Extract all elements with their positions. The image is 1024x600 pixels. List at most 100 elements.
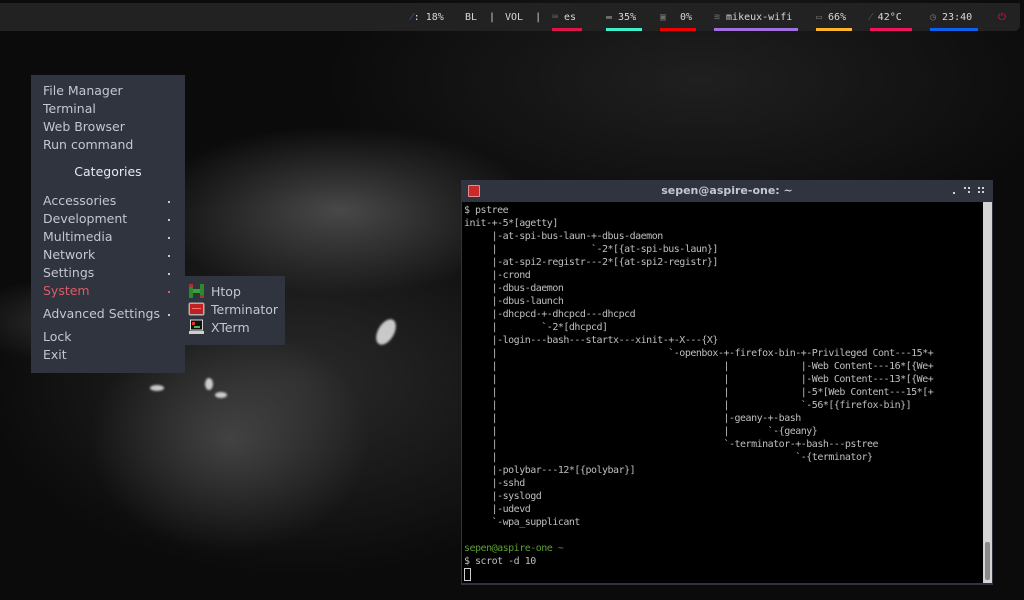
terminal-line: |-dbus-daemon [464, 283, 564, 294]
terminal-line: |-at-spi-bus-laun-+-dbus-daemon [464, 231, 664, 242]
menu-item-web-browser[interactable]: Web Browser [43, 118, 125, 136]
submenu-arrow-icon [168, 237, 170, 239]
menu-item-advanced-settings[interactable]: Advanced Settings [43, 305, 173, 323]
menu-item-run-command[interactable]: Run command [43, 136, 133, 154]
temperature-underline [870, 28, 912, 31]
terminal-line: | | |-Web Content---13*[{We+ [464, 374, 934, 385]
clock-module[interactable]: ◷ 23:40 [930, 3, 978, 31]
menu-item-system[interactable]: System [43, 282, 173, 300]
power-icon: ⏻ [998, 11, 1006, 23]
terminal-line: | `-terminator-+-bash---pstree [464, 439, 879, 450]
minimize-button[interactable] [948, 180, 960, 202]
terminal-line: |-at-spi2-registr---2*[{at-spi2-registr}… [464, 257, 719, 268]
terminal-line: | | |-5*[Web Content---15*[+ [464, 387, 934, 398]
terminal-line: |-udevd [464, 504, 531, 515]
submenu-arrow-icon [168, 201, 170, 203]
categories-header: Categories [74, 164, 142, 179]
submenu-arrow-icon [168, 219, 170, 221]
terminal-line: | | `-{geany} [464, 426, 818, 437]
menu-item-lock[interactable]: Lock [43, 328, 72, 346]
window-titlebar[interactable]: sepen@aspire-one: ~ [461, 180, 993, 202]
backlight-module[interactable]: ⁄: 18% [411, 3, 444, 31]
terminal-line: |-syslogd [464, 491, 542, 502]
separator: | [535, 11, 542, 23]
terminal-line: | `-2*[dhcpcd] [464, 322, 608, 333]
terminal-line: |-login---bash---startx---xinit-+-X---{X… [464, 335, 719, 346]
terminal-line: |-dbus-launch [464, 296, 564, 307]
maximize-button[interactable] [961, 180, 973, 202]
memory-icon: ▬ [606, 11, 613, 23]
htop-icon [188, 283, 205, 299]
xterm-icon [188, 319, 205, 335]
prompt-user-host: sepen@aspire-one ~ [464, 543, 564, 554]
menu-item-file-manager[interactable]: File Manager [43, 82, 123, 100]
clock-underline [930, 28, 978, 31]
memory-module[interactable]: ▬ 35% [606, 3, 642, 31]
menu-item-accessories[interactable]: Accessories [43, 192, 173, 210]
terminal-line: $ pstree [464, 205, 509, 216]
brightness-icon: ⁄ [411, 11, 413, 23]
submenu-arrow-icon [168, 273, 170, 275]
battery-underline [816, 28, 852, 31]
temperature-module[interactable]: ⁄ 42°C [870, 3, 912, 31]
terminal-line: `-wpa_supplicant [464, 517, 581, 528]
submenu-arrow-icon [168, 255, 170, 257]
terminal-line: | | |-Web Content---16*[{We+ [464, 361, 934, 372]
wallpaper-highlight [215, 392, 227, 398]
separator: | [489, 11, 496, 23]
keyboard-icon: ⌨ [552, 11, 559, 23]
cpu-icon: ▣ [660, 11, 667, 23]
terminal-input-line[interactable] [464, 568, 933, 581]
pstree-output: $ pstree init-+-5*[agetty] |-at-spi-bus-l… [464, 204, 934, 581]
wifi-module[interactable]: ≋ mikeux-wifi [714, 3, 798, 31]
menu-item-development[interactable]: Development [43, 210, 173, 228]
wallpaper-highlight [205, 378, 213, 390]
scrollbar-thumb[interactable] [985, 542, 990, 580]
backlight-label: BL | [465, 11, 496, 23]
submenu-item-xterm[interactable]: XTerm [188, 318, 250, 336]
wifi-icon: ≋ [714, 11, 721, 23]
submenu-arrow-icon [168, 291, 170, 293]
menu-item-settings[interactable]: Settings [43, 264, 173, 282]
menu-item-multimedia[interactable]: Multimedia [43, 228, 173, 246]
battery-module[interactable]: ▭ 66% [816, 3, 852, 31]
system-submenu: Htop Terminator XTerm [185, 276, 285, 345]
submenu-item-htop[interactable]: Htop [188, 282, 241, 300]
wallpaper-highlight [150, 385, 164, 391]
keyboard-underline [552, 28, 582, 31]
terminal-line: | |-geany-+-bash [464, 413, 802, 424]
cpu-module[interactable]: ▣ 0% [660, 3, 696, 31]
power-button[interactable]: ⏻ [998, 3, 1006, 31]
root-menu: File Manager Terminal Web Browser Run co… [31, 75, 185, 373]
volume-module[interactable]: VOL | [505, 3, 541, 31]
menu-item-exit[interactable]: Exit [43, 346, 67, 364]
submenu-arrow-icon [168, 314, 170, 316]
terminal-line: | `-openbox-+-firefox-bin-+-Privileged C… [464, 348, 934, 359]
terminal-line: |-polybar---12*[{polybar}] [464, 465, 636, 476]
wifi-underline [714, 28, 798, 31]
terminal-scrollbar[interactable] [983, 202, 992, 583]
terminal-window: sepen@aspire-one: ~ $ pstree init-+-5*[ag… [461, 180, 993, 585]
text-cursor [464, 568, 471, 581]
terminal-line: | | `-56*[{firefox-bin}] [464, 400, 912, 411]
terminal-line: |-crond [464, 270, 531, 281]
terminal-line: | `-{terminator} [464, 452, 873, 463]
status-bar: ⁄: 18% BL | VOL | ⌨ es ▬ 35% ▣ 0% ≋ mikeux… [0, 3, 1020, 31]
terminal-line: | `-2*[{at-spi-bus-laun}] [464, 244, 719, 255]
submenu-item-terminator[interactable]: Terminator [188, 300, 278, 318]
keyboard-module[interactable]: ⌨ es [552, 3, 582, 31]
terminal-command-line: $ scrot -d 10 [464, 556, 536, 567]
cpu-underline [660, 28, 696, 31]
clock-icon: ◷ [930, 11, 937, 23]
memory-underline [606, 28, 642, 31]
wallpaper-highlight [372, 315, 400, 349]
thermometer-icon: ⁄ [870, 11, 872, 23]
terminal-line: init-+-5*[agetty] [464, 218, 558, 229]
close-button[interactable] [975, 180, 987, 202]
menu-item-network[interactable]: Network [43, 246, 173, 264]
terminal-line: |-sshd [464, 478, 526, 489]
menu-item-terminal[interactable]: Terminal [43, 100, 96, 118]
window-title: sepen@aspire-one: ~ [661, 184, 793, 197]
terminal-output[interactable]: $ pstree init-+-5*[agetty] |-at-spi-bus-l… [462, 202, 983, 583]
